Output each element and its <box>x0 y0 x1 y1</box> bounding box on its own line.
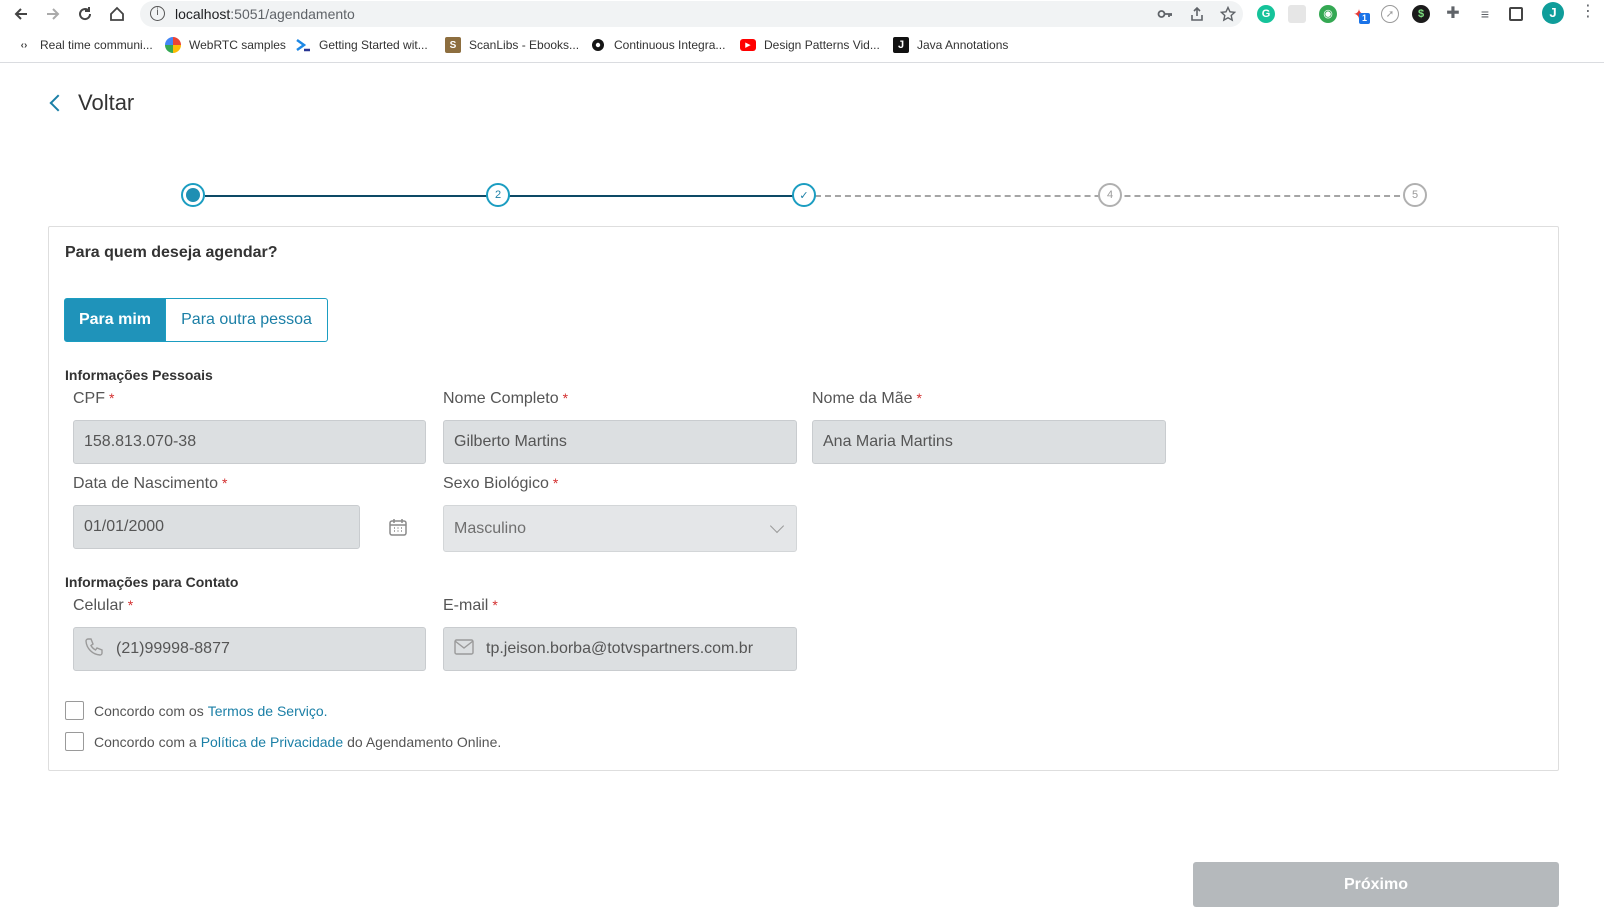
privacy-link[interactable]: Política de Privacidade <box>201 734 343 750</box>
bookmark-item[interactable]: ▶ Design Patterns Vid... <box>740 36 880 54</box>
puzzle-icon[interactable]: ✚ <box>1444 5 1462 23</box>
phone-field[interactable]: (21)99998-8877 <box>73 627 426 671</box>
for-other-button[interactable]: Para outra pessoa <box>166 298 328 342</box>
step-number: 2 <box>494 189 502 201</box>
terms-row: Concordo com os Termos de Serviço. <box>65 701 332 720</box>
active-step-dot <box>186 188 200 202</box>
for-me-button[interactable]: Para mim <box>64 298 166 342</box>
bookmark-item[interactable]: S ScanLibs - Ebooks... <box>445 36 579 54</box>
compass-icon[interactable]: ➚ <box>1381 5 1399 23</box>
bookmark-label: Continuous Integra... <box>614 38 726 52</box>
bookmark-item[interactable]: J Java Annotations <box>893 36 1008 54</box>
bookmark-item[interactable]: WebRTC samples <box>165 36 286 54</box>
back-label: Voltar <box>78 90 135 115</box>
section-personal-info: Informações Pessoais <box>65 367 213 383</box>
step-2[interactable]: 2 <box>486 183 510 207</box>
bookmark-label: Real time communi... <box>40 38 153 52</box>
mother-name-field[interactable]: Ana Maria Martins <box>812 420 1166 464</box>
bookmark-label: ScanLibs - Ebooks... <box>469 38 580 52</box>
step-5[interactable]: 5 <box>1403 183 1427 207</box>
checkmark-icon: ✓ <box>799 189 809 202</box>
grammarly-icon[interactable]: G <box>1257 5 1275 23</box>
bookmark-label: Design Patterns Vid... <box>764 38 880 52</box>
step-number: 4 <box>1106 189 1114 201</box>
terms-link[interactable]: Termos de Serviço. <box>208 703 328 719</box>
sex-select[interactable]: Masculino <box>443 505 797 552</box>
browser-toolbar: i localhost:5051/agendamento G ◉ ✦1 ➚ $ … <box>0 0 1604 28</box>
cpf-field[interactable]: 158.813.070-38 <box>73 420 426 464</box>
webrtc-icon <box>165 37 181 53</box>
android-extension-icon[interactable]: ◉ <box>1319 5 1337 23</box>
scanlibs-icon: S <box>445 37 461 53</box>
recipient-toggle: Para mim Para outra pessoa <box>64 298 328 342</box>
mother-name-label: Nome da Mãe * <box>812 390 922 407</box>
birth-date-label: Data de Nascimento * <box>73 475 228 492</box>
side-panel-icon[interactable] <box>1509 7 1523 21</box>
menu-dots-icon[interactable]: ⋮ <box>1580 4 1596 20</box>
privacy-suffix: do Agendamento Online. <box>347 733 502 750</box>
step-1[interactable] <box>181 183 205 207</box>
privacy-text: Concordo com a <box>94 733 197 750</box>
extension-icon[interactable] <box>1288 5 1306 23</box>
mail-icon <box>454 638 474 660</box>
profile-avatar[interactable]: J <box>1542 2 1564 24</box>
url-text: localhost:5051/agendamento <box>175 6 355 22</box>
chevron-left-icon <box>49 94 67 112</box>
back-link[interactable]: Voltar <box>48 90 134 116</box>
bookmark-item[interactable]: ‹› Real time communi... <box>16 36 153 54</box>
java-icon: J <box>893 37 909 53</box>
extension-badge-icon[interactable]: ✦1 <box>1350 5 1370 24</box>
share-icon[interactable] <box>1189 6 1205 22</box>
step-3[interactable]: ✓ <box>792 183 816 207</box>
chrome-divider <box>0 62 1604 63</box>
step-number: 5 <box>1411 189 1419 201</box>
calendar-icon[interactable] <box>388 517 408 537</box>
address-bar[interactable]: i localhost:5051/agendamento <box>140 1 1243 27</box>
key-icon[interactable] <box>1157 6 1173 22</box>
step-4[interactable]: 4 <box>1098 183 1122 207</box>
bookmark-item[interactable]: Continuous Integra... <box>590 36 725 54</box>
section-contact-info: Informações para Contato <box>65 574 239 590</box>
bookmark-label: WebRTC samples <box>189 38 286 52</box>
email-field[interactable]: tp.jeison.borba@totvspartners.com.br <box>443 627 797 671</box>
sex-label: Sexo Biológico * <box>443 475 559 492</box>
progress-stepper: 2 ✓ 4 5 <box>0 180 1604 210</box>
bookmark-label: Getting Started wit... <box>319 38 428 52</box>
site-info-icon[interactable]: i <box>150 6 165 21</box>
bookmarks-bar: ‹› Real time communi... WebRTC samples G… <box>0 32 1604 58</box>
form-question: Para quem deseja agendar? <box>65 244 278 261</box>
terms-text: Concordo com os <box>94 702 204 719</box>
phone-label: Celular * <box>73 597 134 614</box>
bookmark-item[interactable]: Getting Started wit... <box>295 36 428 54</box>
email-label: E-mail * <box>443 597 498 614</box>
youtube-icon: ▶ <box>740 39 756 51</box>
full-name-label: Nome Completo * <box>443 390 569 407</box>
home-icon[interactable] <box>106 3 128 25</box>
bookmark-label: Java Annotations <box>917 38 1009 52</box>
terms-checkbox[interactable] <box>65 701 84 720</box>
back-arrow-icon[interactable] <box>10 3 32 25</box>
full-name-field[interactable]: Gilberto Martins <box>443 420 797 464</box>
privacy-checkbox[interactable] <box>65 732 84 751</box>
code-icon: ‹› <box>20 39 28 51</box>
reload-icon[interactable] <box>74 3 96 25</box>
star-icon[interactable] <box>1219 5 1237 22</box>
forward-arrow-icon[interactable] <box>42 3 64 25</box>
circleci-icon <box>590 37 606 53</box>
dollar-extension-icon[interactable]: $ <box>1412 5 1430 23</box>
reading-list-icon[interactable]: ≡ <box>1476 5 1494 23</box>
next-button[interactable]: Próximo <box>1193 862 1559 907</box>
vscode-icon <box>295 37 311 53</box>
birth-date-field[interactable]: 01/01/2000 <box>73 505 360 549</box>
privacy-row: Concordo com a Política de Privacidade d… <box>65 732 501 751</box>
chevron-down-icon <box>769 518 785 534</box>
phone-icon <box>84 637 104 662</box>
cpf-label: CPF * <box>73 390 115 407</box>
